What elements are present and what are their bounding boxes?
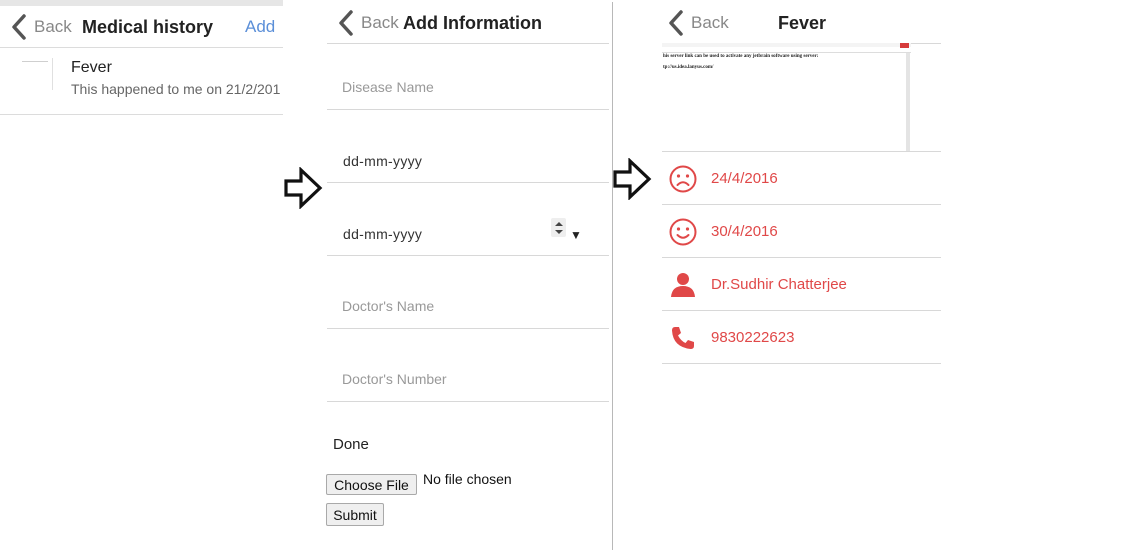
- list-item-thumbnail: [16, 58, 53, 90]
- done-label[interactable]: Done: [333, 436, 369, 453]
- right-arrow-icon: [613, 158, 652, 200]
- detail-back-button[interactable]: Back: [665, 8, 729, 38]
- list-divider: [0, 114, 283, 115]
- end-date-value: dd-mm-yyyy: [343, 226, 423, 242]
- top-edge: [0, 0, 283, 6]
- doctor-name-row: Dr.Sudhir Chatterjee: [662, 258, 941, 311]
- doctor-phone-row[interactable]: 9830222623: [662, 311, 941, 364]
- smiley-face-icon: [669, 218, 697, 246]
- chevron-left-icon: [339, 10, 353, 36]
- person-icon: [671, 273, 695, 297]
- add-info-back-button[interactable]: Back: [335, 8, 399, 38]
- screenshot-menubar: [662, 48, 911, 53]
- panel-divider: [612, 2, 613, 550]
- list-item-subtitle: This happened to me on 21/2/201: [71, 81, 281, 97]
- submit-button[interactable]: Submit: [326, 503, 384, 526]
- doctor-name-text: Dr.Sudhir Chatterjee: [711, 276, 847, 293]
- back-label: Back: [34, 17, 72, 36]
- page-title: Medical history: [82, 17, 214, 37]
- screenshot-scrollbar: [906, 53, 910, 151]
- header-divider: [0, 47, 283, 48]
- choose-file-button[interactable]: Choose File: [326, 474, 417, 495]
- list-item-title: Fever: [71, 59, 112, 76]
- disease-name-placeholder: Disease Name: [342, 79, 434, 95]
- doctor-name-placeholder: Doctor's Name: [342, 298, 435, 314]
- doctor-phone-text: 9830222623: [711, 329, 795, 346]
- phone-icon: [672, 327, 694, 349]
- history-back-button[interactable]: Back: [8, 12, 72, 42]
- add-button[interactable]: Add: [245, 17, 275, 37]
- start-date-input[interactable]: dd-mm-yyyy: [327, 110, 609, 183]
- spinner-arrows-icon: [555, 222, 563, 234]
- doctor-number-input[interactable]: Doctor's Number: [327, 329, 609, 402]
- back-label: Back: [361, 13, 399, 32]
- page-title: Fever: [778, 13, 827, 33]
- screenshot-text-line: his server link can be used to activate …: [663, 54, 819, 59]
- right-arrow-icon: [284, 167, 323, 209]
- dropdown-caret-icon[interactable]: ▼: [570, 228, 582, 242]
- start-date-text: 24/4/2016: [711, 170, 778, 187]
- chevron-left-icon: [669, 10, 683, 36]
- sad-face-icon: [669, 165, 697, 193]
- disease-name-input[interactable]: Disease Name: [327, 44, 609, 110]
- screenshot-text-line: tp://us.idea.lanyus.com/: [663, 65, 714, 70]
- page-title: Add Information: [403, 13, 542, 33]
- doctor-number-placeholder: Doctor's Number: [342, 371, 447, 387]
- back-label: Back: [691, 13, 729, 32]
- end-date-input[interactable]: dd-mm-yyyy: [327, 183, 609, 256]
- chevron-left-icon: [12, 14, 26, 40]
- attachment-screenshot[interactable]: his server link can be used to activate …: [662, 43, 911, 151]
- end-date-text: 30/4/2016: [711, 223, 778, 240]
- screenshot-titlebar: [662, 43, 911, 47]
- start-date-value: dd-mm-yyyy: [343, 153, 423, 169]
- medical-history-panel: Back Medical history Add Fever This happ…: [0, 0, 283, 115]
- end-date-row: 30/4/2016: [662, 205, 941, 258]
- file-status-text: No file chosen: [423, 471, 512, 487]
- start-date-row: 24/4/2016: [662, 152, 941, 205]
- doctor-name-input[interactable]: Doctor's Name: [327, 256, 609, 329]
